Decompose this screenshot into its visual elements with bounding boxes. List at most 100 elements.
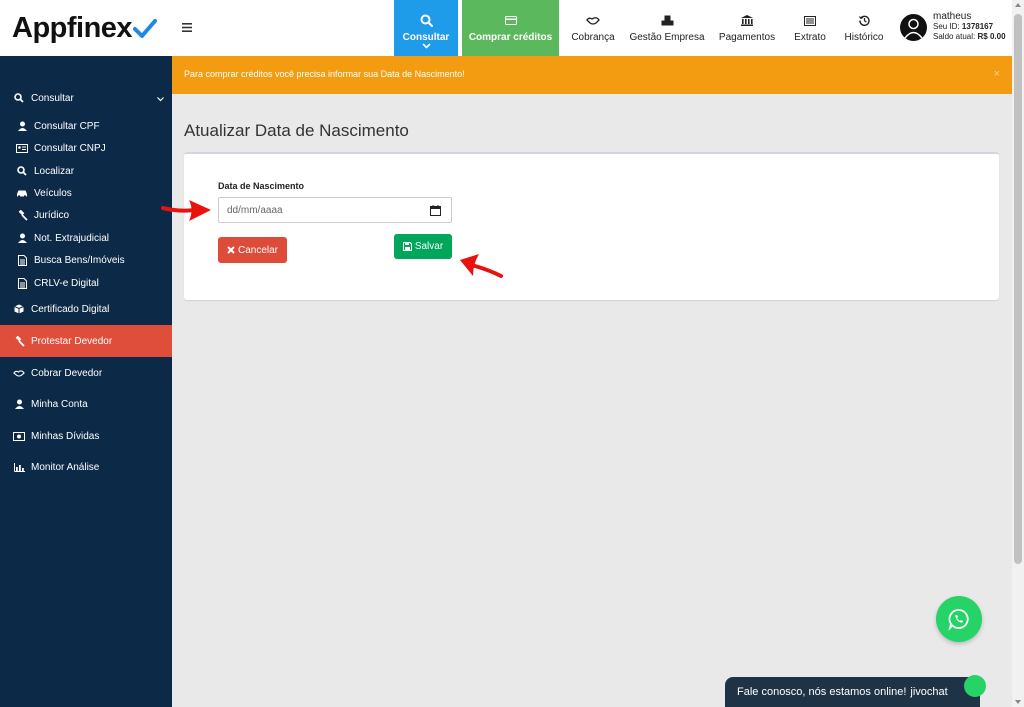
user-icon [904, 18, 923, 38]
nav-extrato[interactable]: Extrato [788, 0, 832, 56]
sidebar-item-consultar-cpf[interactable]: Consultar CPF [0, 116, 172, 136]
alert-text: Para comprar créditos você precisa infor… [184, 69, 465, 79]
search-icon [13, 93, 25, 103]
search-icon [420, 14, 433, 28]
scroll-down-icon[interactable] [1015, 700, 1021, 704]
list-alt-icon [804, 14, 816, 28]
brand-logo[interactable]: Appfinex [0, 0, 172, 56]
bank-icon [741, 14, 753, 28]
sidebar-item-minhas-dividas[interactable]: Minhas Dívidas [0, 426, 172, 446]
sidebar-item-veiculos[interactable]: Veículos [0, 183, 172, 203]
user-icon [16, 121, 28, 131]
chat-status-dot [964, 675, 986, 697]
save-button[interactable]: Salvar [394, 234, 452, 259]
sidebar: Consultar Consultar CPF Consultar CNPJ L… [0, 56, 172, 707]
annotation-arrow-icon [460, 254, 503, 278]
chat-brand: jivochat [910, 686, 948, 698]
file-text-icon [16, 277, 28, 289]
scrollbar[interactable] [1012, 0, 1024, 707]
sidebar-item-consultar[interactable]: Consultar [0, 88, 172, 108]
credit-card-icon [504, 14, 517, 28]
id-card-icon [16, 143, 28, 153]
whatsapp-button[interactable] [936, 596, 982, 642]
car-icon [16, 189, 28, 198]
handshake-icon [13, 369, 25, 377]
sidebar-item-label: Minhas Dívidas [31, 430, 100, 442]
sidebar-item-monitor-analise[interactable]: Monitor Análise [0, 457, 172, 477]
chat-widget[interactable]: Fale conosco, nós estamos online! jivoch… [725, 675, 986, 707]
user-balance-line: Saldo atual: R$ 0.00 [933, 32, 1006, 41]
sidebar-item-label: Localizar [34, 165, 75, 177]
cube-icon [13, 304, 25, 314]
user-name: matheus [933, 11, 972, 22]
user-id-line: Seu ID: 1378167 [933, 22, 994, 31]
sidebar-item-crlv[interactable]: CRLV-e Digital [0, 273, 172, 293]
sidebar-item-juridico[interactable]: Jurídico [0, 205, 172, 225]
avatar [900, 13, 927, 41]
user-icon [16, 233, 28, 243]
scroll-up-icon[interactable] [1015, 3, 1021, 7]
date-placeholder: dd/mm/aaaa [227, 204, 283, 216]
sidebar-item-label: Not. Extrajudicial [34, 232, 110, 244]
alert-banner: Para comprar créditos você precisa infor… [172, 56, 1012, 94]
sidebar-item-localizar[interactable]: Localizar [0, 161, 172, 181]
nav-gestao-empresa[interactable]: Gestão Empresa [628, 0, 706, 56]
cubes-icon [661, 14, 674, 28]
page-title: Atualizar Data de Nascimento [184, 121, 409, 140]
chevron-down-icon [157, 94, 164, 105]
sidebar-item-cobrar-devedor[interactable]: Cobrar Devedor [0, 363, 172, 383]
chevron-down-icon [421, 41, 431, 52]
sidebar-item-label: Veículos [34, 187, 72, 199]
date-field-label: Data de Nascimento [218, 181, 305, 191]
close-icon[interactable]: × [994, 68, 1000, 80]
annotation-arrow-icon [161, 200, 211, 221]
nav-consultar[interactable]: Consultar [394, 0, 458, 56]
sidebar-item-minha-conta[interactable]: Minha Conta [0, 394, 172, 414]
nav-pagamentos-label: Pagamentos [718, 31, 776, 43]
sidebar-item-label: Busca Bens/Imóveis [34, 254, 125, 266]
nav-cobranca[interactable]: Cobrança [566, 0, 620, 56]
sidebar-item-label: Cobrar Devedor [31, 367, 103, 379]
whatsapp-icon [948, 609, 969, 631]
nav-comprar-creditos[interactable]: Comprar créditos [462, 0, 559, 56]
nav-comprar-label: Comprar créditos [468, 31, 553, 43]
search-icon [16, 166, 28, 176]
nav-historico-label: Histórico [844, 31, 884, 43]
sidebar-item-busca-bens[interactable]: Busca Bens/Imóveis [0, 250, 172, 270]
user-menu[interactable]: matheus Seu ID: 1378167 Saldo atual: R$ … [900, 12, 1006, 42]
menu-toggle-icon[interactable] [182, 19, 192, 35]
sidebar-item-label: Consultar CNPJ [34, 142, 106, 154]
sidebar-item-label: Protestar Devedor [31, 335, 113, 347]
save-label: Salvar [414, 241, 444, 252]
scroll-thumb[interactable] [1014, 14, 1022, 564]
history-icon [858, 14, 870, 28]
form-card [184, 152, 999, 300]
cancel-label: Cancelar [237, 244, 279, 256]
floppy-disk-icon [402, 242, 412, 251]
sidebar-item-label: Monitor Análise [31, 461, 100, 473]
chat-text: Fale conosco, nós estamos online! [737, 686, 907, 698]
top-navbar: Appfinex Consultar Comprar créditos Cobr… [0, 0, 1012, 56]
gavel-icon [13, 335, 25, 347]
sidebar-item-not-extrajudicial[interactable]: Not. Extrajudicial [0, 228, 172, 248]
sidebar-item-certificado[interactable]: Certificado Digital [0, 299, 172, 319]
nav-historico[interactable]: Histórico [838, 0, 890, 56]
nav-pagamentos[interactable]: Pagamentos [715, 0, 779, 56]
sidebar-item-label: Consultar CPF [34, 120, 100, 132]
sidebar-item-label: Minha Conta [31, 398, 88, 410]
cancel-button[interactable]: Cancelar [218, 237, 287, 263]
sidebar-item-protestar-devedor[interactable]: Protestar Devedor [0, 325, 172, 357]
nav-cobranca-label: Cobrança [571, 31, 615, 43]
birthdate-input[interactable]: dd/mm/aaaa [218, 197, 452, 223]
bar-chart-icon [13, 462, 25, 472]
handshake-icon [586, 14, 600, 28]
sidebar-item-consultar-cnpj[interactable]: Consultar CNPJ [0, 138, 172, 158]
calendar-icon[interactable] [430, 205, 441, 219]
sidebar-item-label: Jurídico [34, 209, 70, 221]
checkmark-icon [133, 19, 158, 38]
file-text-icon [16, 254, 28, 266]
brand-name: Appfinex [12, 11, 133, 44]
sidebar-item-label: Consultar [31, 92, 74, 104]
gavel-icon [16, 209, 28, 221]
nav-gestao-label: Gestão Empresa [629, 31, 705, 43]
